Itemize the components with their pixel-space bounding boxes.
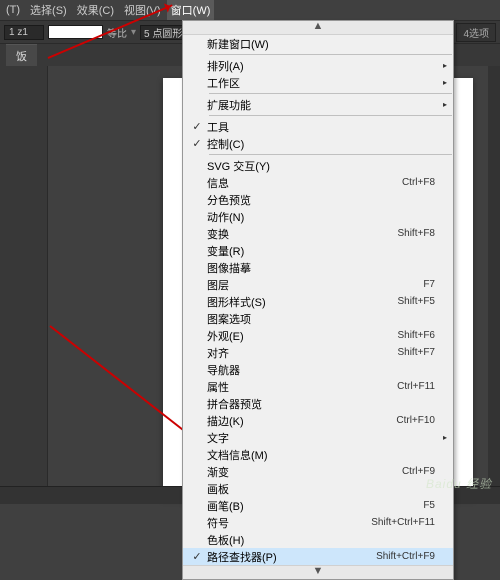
menu-separator <box>209 54 452 55</box>
menu-item-shortcut: Shift+F6 <box>389 330 435 341</box>
menu-item-label: 扩展功能 <box>207 97 427 113</box>
menu-item[interactable]: 扩展功能 ▸ <box>183 96 453 113</box>
menu-item[interactable]: 工作区 ▸ <box>183 74 453 91</box>
left-panel <box>0 66 48 504</box>
menu-item-label: 新建窗口(W) <box>207 36 427 52</box>
menu-item-label: 工具 <box>207 119 427 135</box>
menu-item[interactable]: 画笔(B)F5 <box>183 497 453 514</box>
menu-item-label: 渐变 <box>207 464 394 480</box>
watermark: Baidu 经验 <box>426 475 492 492</box>
menu-separator <box>209 115 452 116</box>
menu-item-shortcut: Shift+Ctrl+F9 <box>368 551 435 562</box>
zoom-input[interactable] <box>4 25 44 40</box>
menu-scroll-down[interactable]: ▼ <box>183 565 453 579</box>
menu-item[interactable]: 变换Shift+F8 <box>183 225 453 242</box>
menu-item[interactable]: 拼合器预览 <box>183 395 453 412</box>
menu-item-shortcut: Shift+Ctrl+F11 <box>363 517 435 528</box>
menu-item-label: 工作区 <box>207 75 427 91</box>
menu-item-label: 画板 <box>207 481 427 497</box>
check-icon: ✓ <box>187 550 207 563</box>
menu-item-label: 变量(R) <box>207 243 427 259</box>
right-dock <box>488 66 500 504</box>
menu-item[interactable]: 变量(R) <box>183 242 453 259</box>
menu-item-effect[interactable]: 效果(C) <box>73 0 118 20</box>
menu-item-label: 符号 <box>207 515 363 531</box>
menu-item-shortcut: Shift+F8 <box>389 228 435 239</box>
menu-item-label: 动作(N) <box>207 209 427 225</box>
menu-item[interactable]: 导航器 <box>183 361 453 378</box>
menu-scroll-up[interactable]: ▲ <box>183 21 453 35</box>
menu-item-shortcut: Shift+F7 <box>389 347 435 358</box>
check-icon: ✓ <box>187 137 207 150</box>
menu-item[interactable]: 文字 ▸ <box>183 429 453 446</box>
menu-item[interactable]: ✓控制(C) <box>183 135 453 152</box>
check-icon: ✓ <box>187 120 207 133</box>
menu-item[interactable]: 描边(K)Ctrl+F10 <box>183 412 453 429</box>
menu-item[interactable]: 属性Ctrl+F11 <box>183 378 453 395</box>
menu-item-label: 图案选项 <box>207 311 427 327</box>
menu-item[interactable]: 信息Ctrl+F8 <box>183 174 453 191</box>
menu-item-shortcut: Ctrl+F8 <box>394 177 435 188</box>
menu-item-shortcut: Ctrl+F11 <box>389 381 435 392</box>
menu-item-t[interactable]: (T) <box>2 2 24 18</box>
window-menu-dropdown: ▲ 新建窗口(W)排列(A)▸工作区▸扩展功能▸✓工具✓控制(C)SVG 交互(… <box>182 20 454 580</box>
menu-item-label: 分色预览 <box>207 192 427 208</box>
options-button[interactable]: 4选项 <box>456 23 496 42</box>
menu-item[interactable]: 新建窗口(W) <box>183 35 453 52</box>
document-tab[interactable]: 饭 <box>6 44 37 67</box>
menu-item-label: SVG 交互(Y) <box>207 158 427 174</box>
menu-item[interactable]: 图像描摹 <box>183 259 453 276</box>
menubar: (T) 选择(S) 效果(C) 视图(V) 窗口(W) <box>0 0 500 20</box>
menu-item-label: 路径查找器(P) <box>207 549 368 565</box>
menu-item[interactable]: 文档信息(M) <box>183 446 453 463</box>
menu-item[interactable]: 对齐Shift+F7 <box>183 344 453 361</box>
menu-item-label: 图像描摹 <box>207 260 427 276</box>
menu-item[interactable]: 动作(N) <box>183 208 453 225</box>
menu-item[interactable]: 排列(A) ▸ <box>183 57 453 74</box>
menu-item[interactable]: 画板 <box>183 480 453 497</box>
menu-item[interactable]: 渐变Ctrl+F9 <box>183 463 453 480</box>
menu-item[interactable]: SVG 交互(Y) <box>183 157 453 174</box>
submenu-arrow-icon: ▸ <box>443 78 447 87</box>
menu-item-label: 排列(A) <box>207 58 427 74</box>
menu-item-label: 变换 <box>207 226 389 242</box>
menu-item-label: 控制(C) <box>207 136 427 152</box>
menu-item-shortcut: Shift+F5 <box>389 296 435 307</box>
menu-item-label: 导航器 <box>207 362 427 378</box>
submenu-arrow-icon: ▸ <box>443 100 447 109</box>
menu-item-label: 文档信息(M) <box>207 447 427 463</box>
menu-item[interactable]: 分色预览 <box>183 191 453 208</box>
menu-item[interactable]: ✓路径查找器(P)Shift+Ctrl+F9 <box>183 548 453 565</box>
menu-item-label: 文字 <box>207 430 427 446</box>
menu-item-label: 画笔(B) <box>207 498 415 514</box>
submenu-arrow-icon: ▸ <box>443 61 447 70</box>
menu-item[interactable]: 图形样式(S)Shift+F5 <box>183 293 453 310</box>
menu-item-label: 外观(E) <box>207 328 389 344</box>
menu-item[interactable]: 图层F7 <box>183 276 453 293</box>
menu-item-label: 色板(H) <box>207 532 427 548</box>
menu-item-label: 描边(K) <box>207 413 388 429</box>
menu-separator <box>209 93 452 94</box>
menu-item[interactable]: ✓工具 <box>183 118 453 135</box>
menu-item-label: 属性 <box>207 379 389 395</box>
submenu-arrow-icon: ▸ <box>443 433 447 442</box>
menu-item-label: 对齐 <box>207 345 389 361</box>
menu-item[interactable]: 外观(E)Shift+F6 <box>183 327 453 344</box>
menu-item-select[interactable]: 选择(S) <box>26 0 71 20</box>
menu-item[interactable]: 图案选项 <box>183 310 453 327</box>
menu-item-shortcut: Ctrl+F10 <box>388 415 435 426</box>
menu-item-label: 拼合器预览 <box>207 396 427 412</box>
menu-separator <box>209 154 452 155</box>
menu-item[interactable]: 符号Shift+Ctrl+F11 <box>183 514 453 531</box>
menu-item-label: 图形样式(S) <box>207 294 389 310</box>
menu-item-shortcut: F7 <box>415 279 435 290</box>
menu-item-label: 信息 <box>207 175 394 191</box>
menu-item[interactable]: 色板(H) <box>183 531 453 548</box>
menu-item-shortcut: F5 <box>415 500 435 511</box>
menu-item-label: 图层 <box>207 277 415 293</box>
